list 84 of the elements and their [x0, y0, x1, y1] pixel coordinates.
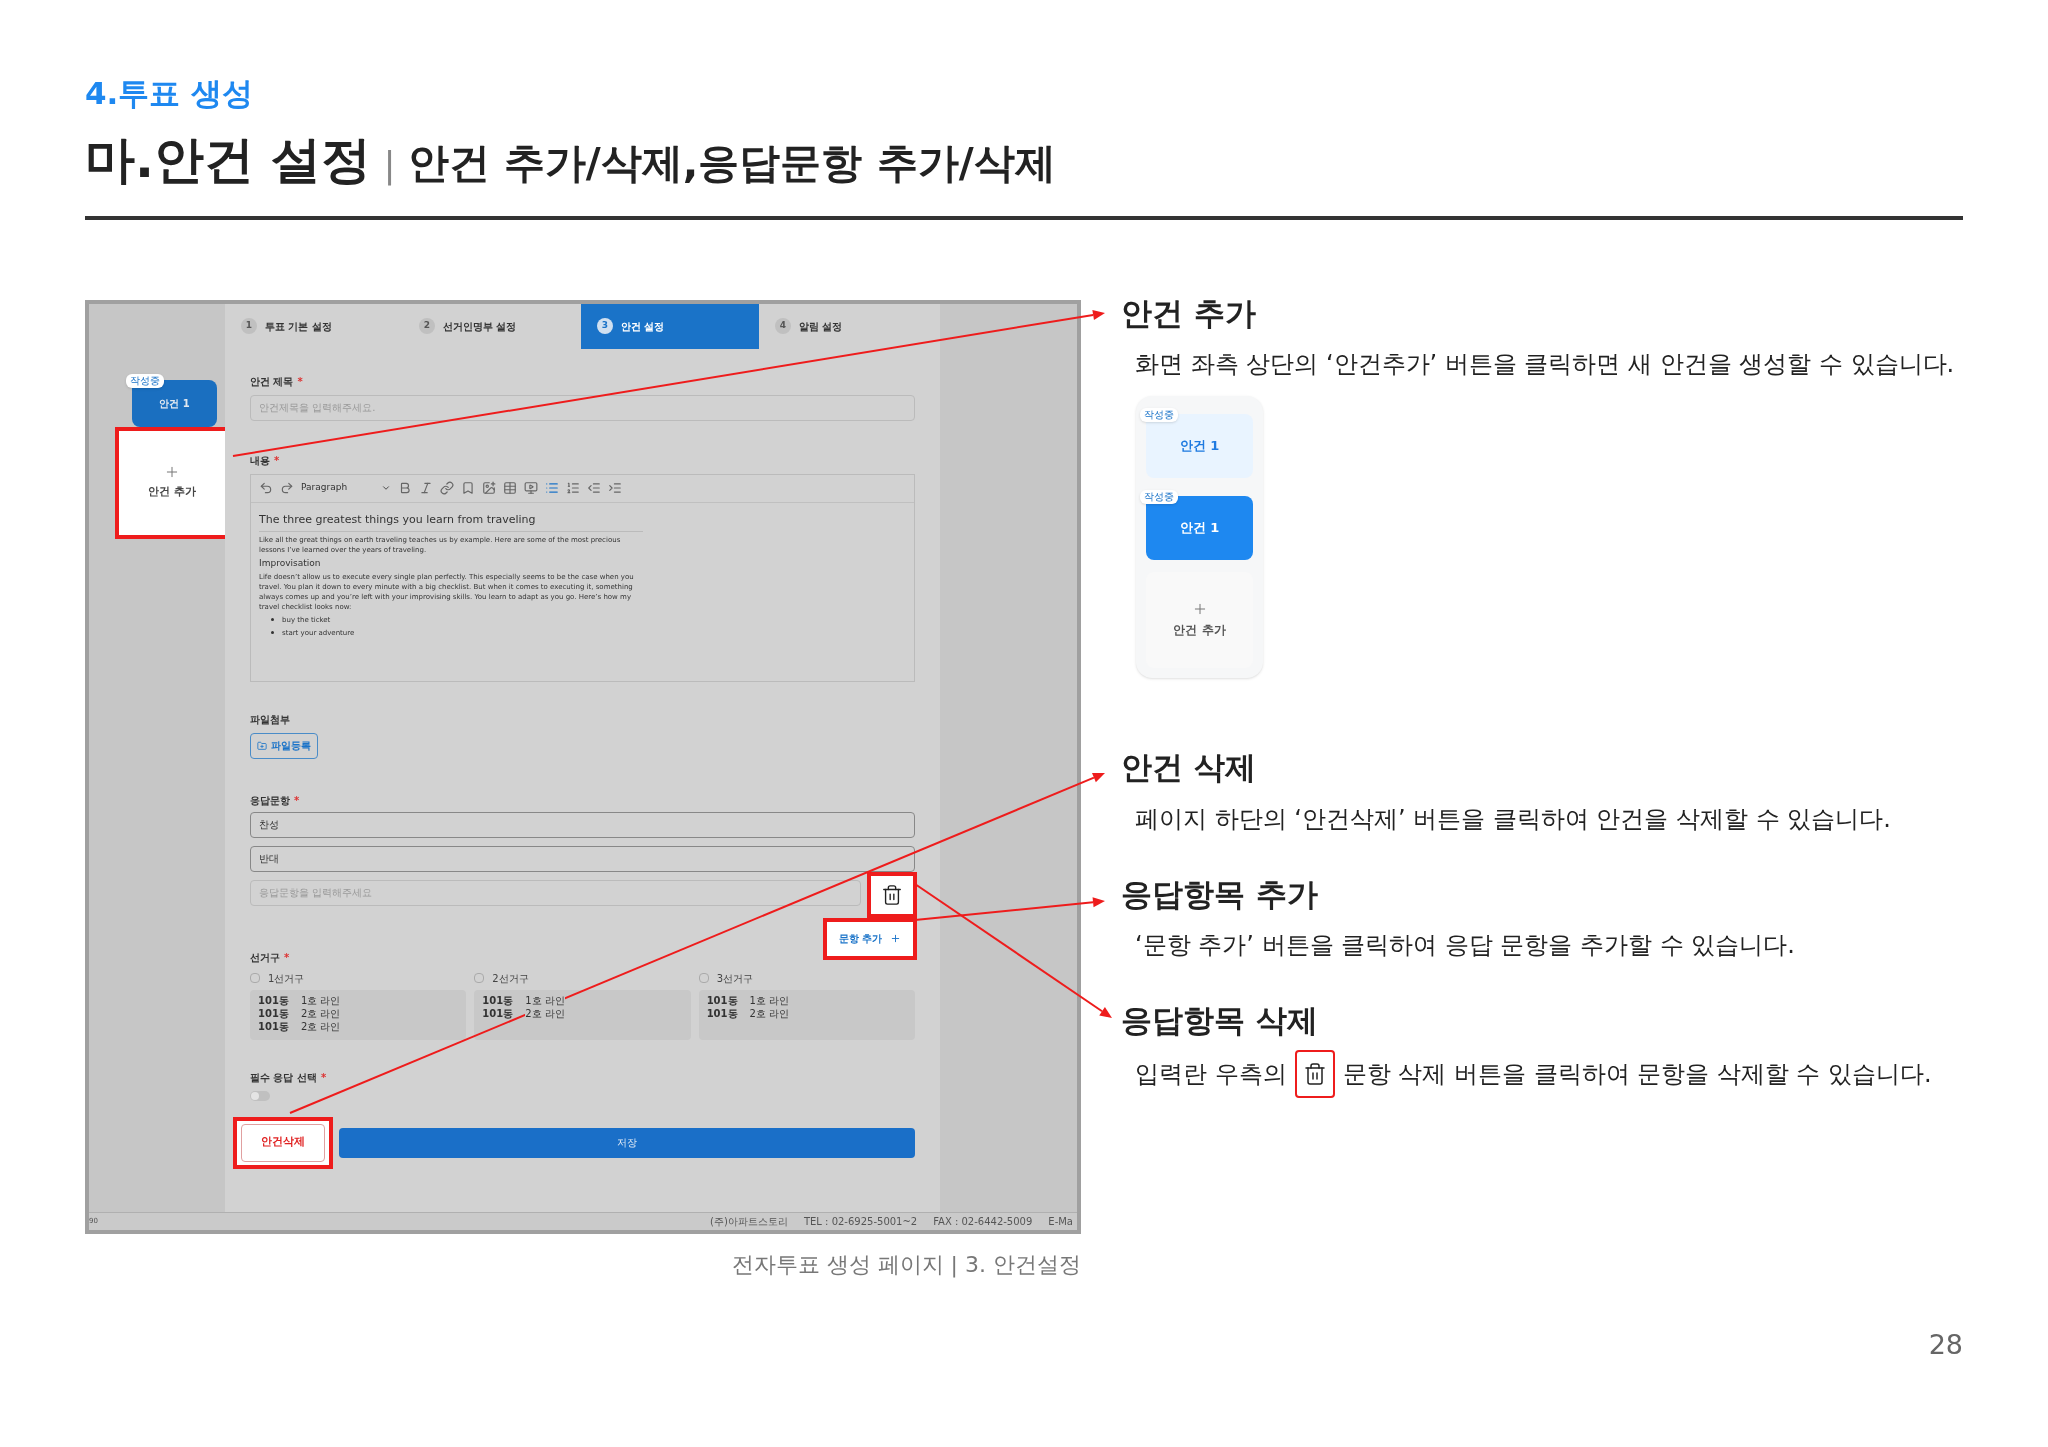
toggle-switch[interactable]: [250, 1090, 270, 1101]
status-badge: 작성중: [1140, 490, 1178, 504]
trash-icon: [1302, 1061, 1327, 1086]
plus-icon: [890, 933, 902, 944]
callout-text: 입력란 우측의: [1135, 1058, 1287, 1090]
redo-icon: [280, 481, 294, 495]
delete-agenda-button[interactable]: 안건삭제: [241, 1123, 325, 1162]
building-label: 101동: [482, 993, 514, 1007]
required-mark: *: [297, 374, 303, 389]
caret-icon: [381, 483, 391, 493]
table-icon: [503, 481, 517, 495]
building-label: 101동: [258, 1019, 289, 1033]
required-mark: *: [320, 1070, 327, 1085]
callout-text: 페이지 하단의 ‘안건삭제’ 버튼을 클릭하여 안건을 삭제할 수 있습니다.: [1134, 803, 1892, 835]
trash-icon: [881, 883, 903, 906]
company-name: (주)아파트스토리: [710, 1214, 788, 1229]
required-mark: *: [274, 453, 280, 468]
checkbox[interactable]: [474, 973, 485, 983]
rich-text-editor[interactable]: [250, 473, 915, 682]
page-title: 마.안건 설정: [85, 129, 372, 191]
answer-field[interactable]: 반대: [250, 845, 915, 872]
figure-caption: 전자투표 생성 페이지 | 3. 안건설정: [731, 1250, 1081, 1280]
editor-heading: The three greatest things you learn from traveling: [259, 512, 643, 532]
status-badge: 작성중: [1140, 408, 1178, 422]
field-label: 응답문항: [250, 793, 290, 808]
callout-text: ‘문항 추가’ 버튼을 클릭하여 응답 문항을 추가할 수 있습니다.: [1134, 930, 1796, 961]
line-label: 1호 라인: [749, 993, 790, 1007]
indent-icon: [608, 481, 622, 495]
undo-icon: [259, 481, 273, 495]
required-mark: *: [284, 950, 290, 965]
title-separator: |: [383, 142, 396, 188]
section-title: 4.투표 생성: [85, 74, 255, 113]
folder-icon: [257, 740, 267, 751]
callout-text: 문항 삭제 버튼을 클릭하여 문항을 삭제할 수 있습니다.: [1342, 1058, 1932, 1090]
field-label: 필수 응답 선택: [250, 1070, 317, 1085]
field-label: 안건 제목: [250, 374, 294, 389]
paragraph-dropdown[interactable]: Paragraph: [301, 481, 391, 495]
callout-title: 응답항목 삭제: [1121, 1001, 1319, 1040]
page-subtitle: 안건 추가/삭제,응답문항 추가/삭제: [407, 137, 1056, 189]
save-button[interactable]: 저장: [339, 1127, 915, 1158]
bullet-list-icon: [545, 481, 559, 495]
building-label: 101동: [258, 993, 289, 1007]
step-tab[interactable]: 4 알림 설정: [759, 303, 937, 349]
step-tab[interactable]: 3 안건 설정: [581, 303, 759, 349]
checkbox[interactable]: [250, 973, 260, 983]
bullet-icon: [271, 618, 274, 621]
required-mark: *: [294, 793, 300, 808]
bold-icon: [398, 481, 412, 495]
fax-number: FAX : 02-6442-5009: [933, 1214, 1033, 1229]
building-label: 101동: [258, 1006, 289, 1020]
outdent-icon: [587, 481, 601, 495]
bullet-icon: [271, 631, 274, 634]
checkbox-label: 2선거구: [492, 971, 529, 986]
answer-field[interactable]: 찬성: [250, 811, 915, 838]
add-answer-button[interactable]: 문항 추가: [823, 917, 917, 960]
email-text: E-Ma: [1048, 1214, 1073, 1229]
numbered-list-icon: [566, 481, 580, 495]
checkbox-label: 1선거구: [268, 971, 305, 986]
bookmark-icon: [461, 481, 475, 495]
editor-subheading: Improvisation: [259, 557, 322, 569]
image-icon: [482, 481, 496, 495]
delete-answer-button[interactable]: [867, 871, 917, 918]
building-label: 101동: [482, 1006, 514, 1020]
status-badge: 작성중: [126, 373, 164, 388]
callout-text: 화면 좌측 상단의 ‘안건추가’ 버튼을 클릭하면 새 안건을 생성할 수 있습니다.: [1134, 349, 1956, 380]
field-label: 선거구: [250, 950, 280, 965]
step-tab[interactable]: 2 선거인명부 설정: [403, 303, 581, 349]
checkbox[interactable]: [698, 973, 709, 983]
callout-title: 안건 삭제: [1121, 748, 1257, 787]
media-icon: [524, 481, 538, 495]
phone-number: TEL : 02-6925-5001~2: [803, 1214, 918, 1229]
line-label: 1호 라인: [525, 993, 565, 1007]
line-label: 1호 라인: [300, 993, 341, 1007]
callout-title: 응답항목 추가: [1121, 874, 1319, 914]
field-label: 내용: [250, 453, 270, 468]
building-label: 101동: [706, 1006, 738, 1020]
link-icon: [440, 481, 454, 495]
field-label: 파일첨부: [250, 712, 290, 727]
page-number: 28: [1928, 1328, 1963, 1362]
callout-title: 안건 추가: [1121, 293, 1257, 333]
checkbox-label: 3선거구: [716, 971, 754, 986]
italic-icon: [419, 481, 433, 495]
building-label: 101동: [706, 993, 738, 1007]
step-tab[interactable]: 1 투표 기본 설정: [225, 303, 403, 349]
